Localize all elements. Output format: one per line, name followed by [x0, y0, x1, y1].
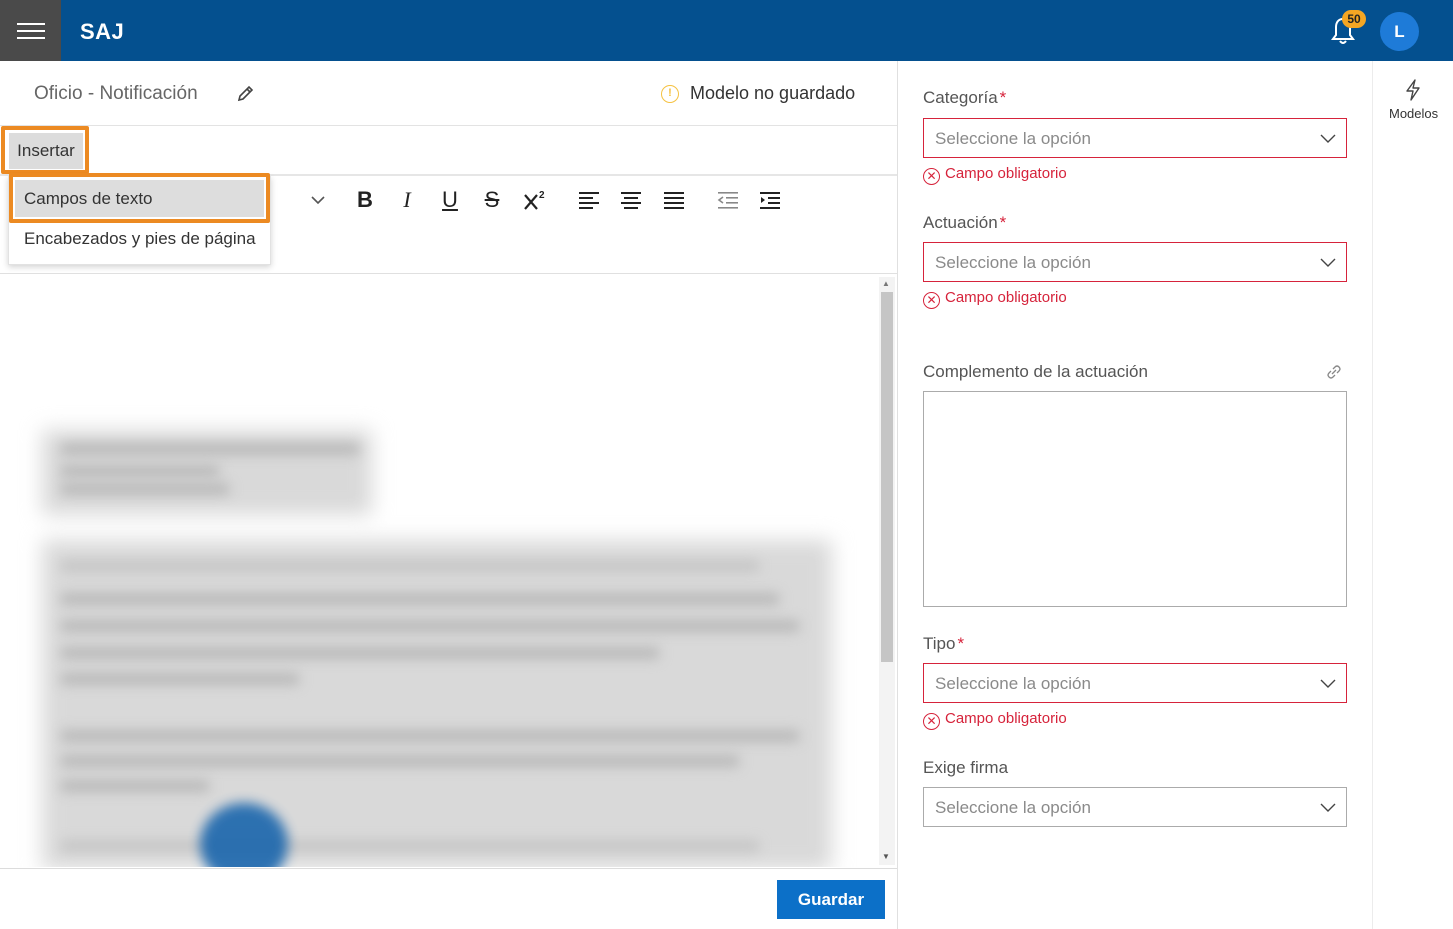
svg-text:2: 2 [539, 190, 545, 201]
blurred-text-line [60, 730, 800, 742]
required-mark: * [999, 88, 1007, 107]
blurred-text-line [60, 673, 300, 685]
save-status-text: Modelo no guardado [690, 83, 856, 103]
blurred-text-line [60, 560, 760, 572]
blurred-body-block [42, 540, 832, 867]
user-avatar[interactable]: L [1380, 12, 1419, 51]
actuacion-placeholder: Seleccione la opción [935, 253, 1091, 272]
chevron-down-icon [1320, 134, 1336, 143]
link-icon[interactable] [1326, 364, 1342, 380]
lightning-icon[interactable] [1403, 79, 1423, 101]
categoria-error-text: Campo obligatorio [945, 165, 1067, 182]
italic-button[interactable]: I [393, 186, 421, 214]
justify-icon [664, 192, 684, 209]
tipo-placeholder: Seleccione la opción [935, 674, 1091, 693]
app-brand[interactable]: SAJ [80, 19, 124, 45]
indent-button[interactable] [756, 186, 784, 214]
chevron-down-icon [1320, 803, 1336, 812]
header-divider [0, 125, 897, 126]
strikethrough-button[interactable]: S [478, 186, 506, 214]
top-bar: SAJ 50 L [0, 0, 1453, 61]
blurred-text-line [60, 593, 780, 605]
align-left-icon [579, 192, 599, 209]
align-center-button[interactable] [617, 186, 645, 214]
required-mark: * [957, 634, 965, 653]
scroll-down-arrow-icon[interactable]: ▼ [882, 852, 890, 861]
justify-button[interactable] [660, 186, 688, 214]
complemento-textarea[interactable] [923, 391, 1347, 607]
categoria-label-text: Categoría [923, 88, 998, 107]
tipo-error-text: Campo obligatorio [945, 710, 1067, 727]
toolbar-divider [0, 273, 897, 274]
side-rail-divider [1372, 61, 1373, 929]
exige-firma-label: Exige firma [923, 758, 1009, 777]
complemento-label: Complemento de la actuación [923, 362, 1148, 381]
blurred-text-line [60, 483, 230, 495]
footer-divider [0, 868, 897, 869]
models-label[interactable]: Modelos [1389, 106, 1438, 121]
editor-scrollbar-thumb[interactable] [881, 292, 893, 662]
document-title: Oficio - Notificación [34, 83, 198, 104]
error-x-icon: ✕ [923, 168, 940, 185]
categoria-error: ✕ Campo obligatorio [923, 165, 1067, 185]
blurred-text-line [60, 465, 220, 477]
actuacion-error-text: Campo obligatorio [945, 289, 1067, 306]
categoria-label: Categoría * [923, 88, 1006, 108]
font-size-chevron-down-icon[interactable] [308, 190, 328, 210]
error-x-icon: ✕ [923, 292, 940, 309]
actuacion-label: Actuación * [923, 213, 1006, 233]
save-button[interactable]: Guardar [777, 880, 885, 919]
actuacion-label-text: Actuación [923, 213, 998, 232]
categoria-select[interactable]: Seleccione la opción [923, 118, 1347, 158]
menu-insertar[interactable]: Insertar [9, 133, 83, 169]
actuacion-error: ✕ Campo obligatorio [923, 289, 1067, 309]
warning-icon: ! [661, 85, 679, 103]
underline-button[interactable]: U [436, 186, 464, 214]
edit-title-pencil-icon[interactable] [236, 83, 256, 103]
outdent-icon [717, 192, 738, 209]
panel-divider [897, 61, 898, 929]
chevron-down-icon [1320, 679, 1336, 688]
blurred-text-line [60, 840, 760, 852]
chevron-down-icon [1320, 258, 1336, 267]
tipo-label: Tipo * [923, 634, 964, 654]
required-mark: * [999, 213, 1007, 232]
superscript-button[interactable]: 2 [521, 186, 549, 214]
blurred-text-line [60, 755, 740, 767]
blurred-text-line [60, 443, 360, 455]
tipo-error: ✕ Campo obligatorio [923, 710, 1067, 730]
tipo-label-text: Tipo [923, 634, 956, 653]
scroll-up-arrow-icon[interactable]: ▲ [882, 279, 890, 288]
superscript-icon: 2 [524, 190, 545, 210]
error-x-icon: ✕ [923, 713, 940, 730]
blurred-text-line [60, 647, 660, 659]
blurred-text-line [60, 620, 800, 632]
align-left-button[interactable] [575, 186, 603, 214]
actuacion-select[interactable]: Seleccione la opción [923, 242, 1347, 282]
align-center-icon [621, 192, 641, 209]
tipo-select[interactable]: Seleccione la opción [923, 663, 1347, 703]
outdent-button[interactable] [714, 186, 742, 214]
exige-firma-select[interactable]: Seleccione la opción [923, 787, 1347, 827]
categoria-placeholder: Seleccione la opción [935, 129, 1091, 148]
hamburger-menu-button[interactable] [0, 0, 61, 61]
hamburger-icon [16, 22, 45, 39]
document-editor[interactable] [0, 275, 880, 867]
indent-icon [760, 192, 780, 209]
campos-highlight-frame [9, 173, 270, 223]
blurred-text-line [60, 780, 210, 792]
dropdown-item-encabezados[interactable]: Encabezados y pies de página [24, 229, 256, 249]
exige-firma-placeholder: Seleccione la opción [935, 798, 1091, 817]
bold-button[interactable]: B [351, 186, 379, 214]
notification-badge: 50 [1342, 10, 1366, 28]
